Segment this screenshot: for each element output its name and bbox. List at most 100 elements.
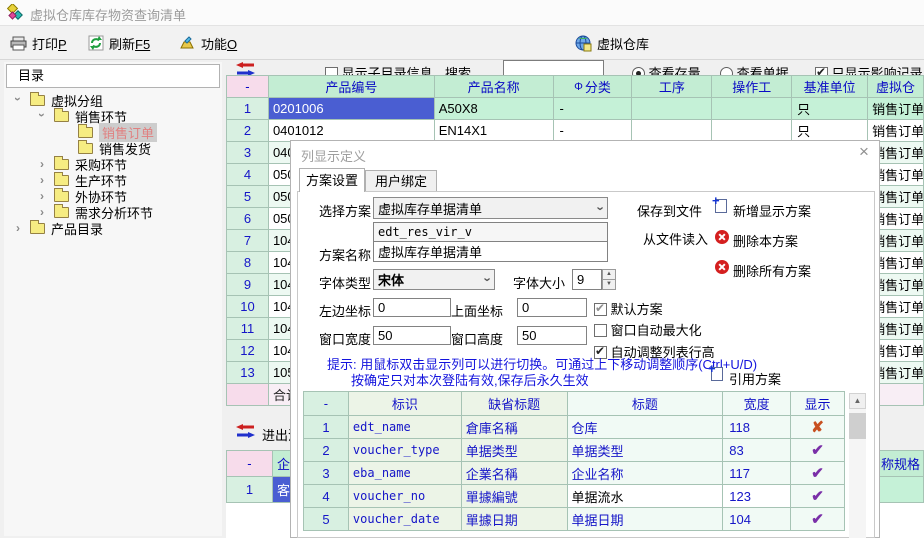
- checkbox-box[interactable]: [594, 324, 607, 337]
- win-height-field[interactable]: 50: [517, 326, 587, 345]
- close-icon[interactable]: ×: [859, 142, 869, 162]
- unit-cell[interactable]: 只: [792, 98, 868, 120]
- refresh-button[interactable]: 刷新F5: [88, 32, 150, 54]
- virtual-wh-cell[interactable]: 销售订单: [868, 98, 924, 120]
- scrollbar-thumb[interactable]: [849, 413, 866, 439]
- process-cell[interactable]: [632, 98, 712, 120]
- show-cell[interactable]: ✘: [791, 416, 845, 439]
- width-cell[interactable]: 83: [723, 439, 791, 462]
- width-cell[interactable]: 118: [723, 416, 791, 439]
- show-cell[interactable]: ✔: [791, 462, 845, 485]
- default-title-cell[interactable]: 单据类型: [462, 439, 568, 462]
- width-cell[interactable]: 123: [723, 485, 791, 508]
- win-width-field[interactable]: 50: [373, 326, 451, 345]
- scheme-id-field[interactable]: edt_res_vir_v: [373, 222, 608, 242]
- show-cell[interactable]: ✔: [791, 439, 845, 462]
- show-cell[interactable]: ✔: [791, 485, 845, 508]
- identifier-cell[interactable]: voucher_type: [349, 439, 462, 462]
- function-button[interactable]: 功能O: [178, 32, 237, 54]
- default-title-cell[interactable]: 企業名稱: [462, 462, 568, 485]
- process-cell[interactable]: [632, 120, 712, 142]
- default-scheme-checkbox[interactable]: 默认方案: [594, 299, 663, 318]
- title-cell[interactable]: 单据日期: [568, 508, 724, 531]
- expand-arrow-icon[interactable]: [40, 205, 54, 219]
- identifier-cell[interactable]: eba_name: [349, 462, 462, 485]
- read-from-file-button[interactable]: 从文件读入: [643, 229, 708, 248]
- operator-cell[interactable]: [712, 98, 792, 120]
- top-coord-field[interactable]: 0: [517, 298, 587, 317]
- spin-up-icon[interactable]: ▲: [603, 270, 615, 280]
- category-cell[interactable]: -: [554, 120, 633, 142]
- delete-all-button[interactable]: 删除所有方案: [733, 261, 811, 280]
- identifier-cell[interactable]: voucher_no: [349, 485, 462, 508]
- column-row[interactable]: 3 eba_name 企業名稱 企业名称 117 ✔: [304, 462, 845, 485]
- show-cell[interactable]: ✔: [791, 508, 845, 531]
- operator-cell[interactable]: [712, 120, 792, 142]
- refer-scheme-icon[interactable]: [711, 367, 723, 381]
- product-code-cell[interactable]: 0201006: [269, 98, 435, 120]
- product-name-cell[interactable]: A50X8: [435, 98, 554, 120]
- identifier-cell[interactable]: voucher_date: [349, 508, 462, 531]
- column-row[interactable]: 4 voucher_no 單據編號 单据流水 123 ✔: [304, 485, 845, 508]
- save-to-file-button[interactable]: 保存到文件: [637, 201, 702, 220]
- column-row[interactable]: 1 edt_name 倉庫名稱 仓库 118 ✘: [304, 416, 845, 439]
- add-scheme-button[interactable]: 新增显示方案: [733, 201, 811, 220]
- tab-user-binding[interactable]: 用户绑定: [365, 170, 437, 192]
- product-code-cell[interactable]: 0401012: [269, 120, 435, 142]
- delete-all-icon[interactable]: [715, 260, 729, 274]
- default-title-cell[interactable]: 單據日期: [462, 508, 568, 531]
- checkbox-box[interactable]: [594, 303, 607, 316]
- filter-icon[interactable]: Φ: [574, 81, 583, 93]
- dialog-title: 列显示定义: [301, 146, 366, 165]
- font-size-stepper[interactable]: ▲ ▼: [602, 269, 616, 290]
- tree-item[interactable]: 需求分析环节: [6, 204, 218, 220]
- width-cell[interactable]: 117: [723, 462, 791, 485]
- tree-item[interactable]: 产品目录: [6, 220, 218, 236]
- show-mark-icon[interactable]: ✘: [811, 418, 824, 436]
- width-cell[interactable]: 104: [723, 508, 791, 531]
- column-row[interactable]: 2 voucher_type 单据类型 单据类型 83 ✔: [304, 439, 845, 462]
- add-scheme-icon[interactable]: [715, 199, 727, 213]
- title-cell[interactable]: 单据流水: [568, 485, 724, 508]
- title-cell[interactable]: 企业名称: [568, 462, 724, 485]
- delete-scheme-icon[interactable]: [715, 230, 729, 244]
- identifier-cell[interactable]: edt_name: [349, 416, 462, 439]
- category-cell[interactable]: -: [554, 98, 633, 120]
- auto-maximize-checkbox[interactable]: 窗口自动最大化: [594, 320, 702, 339]
- chevron-down-icon: ›: [593, 206, 608, 210]
- switch-view-icon[interactable]: [236, 62, 255, 76]
- default-title-cell[interactable]: 倉庫名稱: [462, 416, 568, 439]
- expand-arrow-icon[interactable]: [40, 173, 54, 187]
- expand-arrow-icon[interactable]: [16, 93, 30, 107]
- expand-arrow-icon[interactable]: [40, 157, 54, 171]
- product-name-cell[interactable]: EN14X1: [435, 120, 554, 142]
- virtual-wh-cell[interactable]: 销售订单: [868, 120, 924, 142]
- product-row[interactable]: 2 0401012 EN14X1 - 只 销售订单: [227, 120, 924, 142]
- delete-scheme-button[interactable]: 删除本方案: [733, 231, 798, 250]
- spin-down-icon[interactable]: ▼: [603, 280, 615, 289]
- column-row[interactable]: 5 voucher_date 單據日期 单据日期 104 ✔: [304, 508, 845, 531]
- product-row[interactable]: 1 0201006 A50X8 - 只 销售订单: [227, 98, 924, 120]
- expand-arrow-icon[interactable]: [16, 221, 30, 235]
- default-title-cell[interactable]: 單據編號: [462, 485, 568, 508]
- show-mark-icon[interactable]: ✔: [811, 464, 824, 482]
- switch-view-icon[interactable]: [236, 424, 255, 438]
- show-mark-icon[interactable]: ✔: [811, 441, 824, 459]
- column-table-scrollbar[interactable]: ▲: [849, 393, 866, 538]
- left-coord-field[interactable]: 0: [373, 298, 451, 317]
- show-mark-icon[interactable]: ✔: [811, 510, 824, 528]
- title-cell[interactable]: 仓库: [568, 416, 724, 439]
- expand-arrow-icon[interactable]: [40, 189, 54, 203]
- expand-arrow-icon[interactable]: [40, 109, 54, 123]
- scheme-select[interactable]: 虚拟库存单据清单 ›: [373, 197, 608, 219]
- title-cell[interactable]: 单据类型: [568, 439, 724, 462]
- show-mark-icon[interactable]: ✔: [811, 487, 824, 505]
- font-type-select[interactable]: 宋体 ›: [373, 269, 495, 290]
- scroll-up-icon[interactable]: ▲: [849, 393, 866, 409]
- tab-scheme-settings[interactable]: 方案设置: [299, 168, 365, 192]
- refer-scheme-button[interactable]: 引用方案: [729, 369, 781, 388]
- scheme-name-field[interactable]: 虚拟库存单据清单: [373, 241, 608, 262]
- unit-cell[interactable]: 只: [792, 120, 868, 142]
- font-size-field[interactable]: 9: [572, 269, 602, 290]
- print-button[interactable]: 打印P: [10, 32, 67, 54]
